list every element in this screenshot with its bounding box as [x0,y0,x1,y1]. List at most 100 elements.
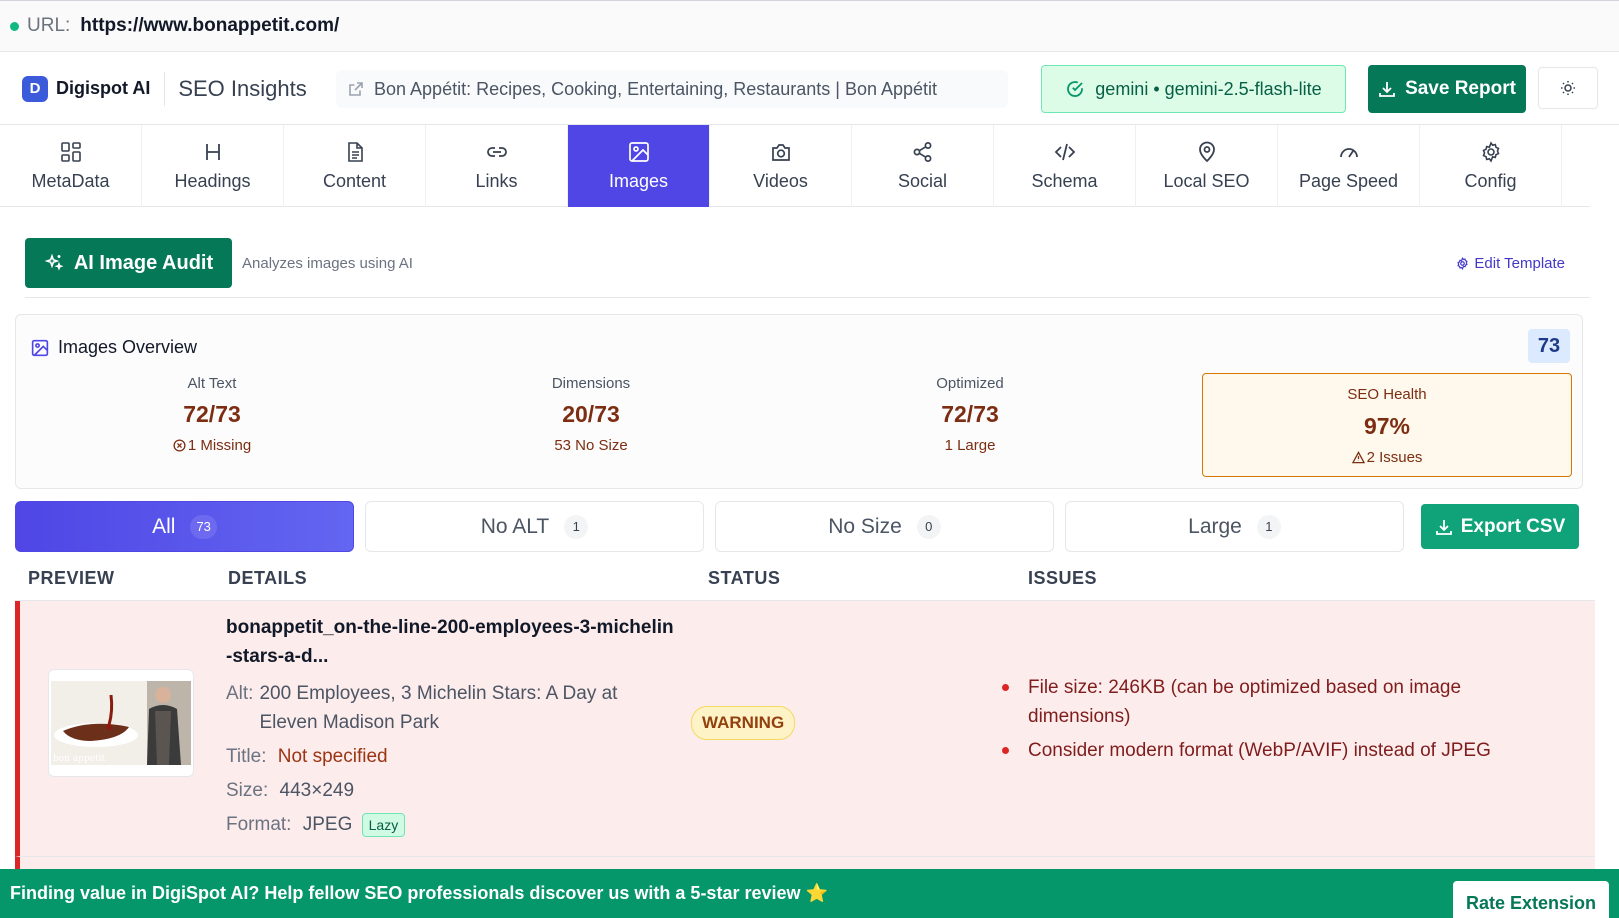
title-value: Not specified [277,746,388,767]
review-banner: Finding value in DigiSpot AI? Help fello… [0,869,1619,918]
stat-sub-text: 2 Issues [1366,449,1423,466]
stat-value: 20/73 [562,401,620,427]
status-badge: WARNING [691,706,796,740]
filter-large[interactable]: Large 1 [1065,501,1404,552]
section-divider [25,297,1590,298]
tab-headings[interactable]: Headings [142,125,284,207]
stat-sub: 2 Issues [1203,449,1571,466]
stat-sub: 1 Large [944,437,996,454]
edit-template-link[interactable]: Edit Template [1456,255,1565,272]
filter-label: All [152,514,176,538]
stat-value: 72/73 [941,401,999,427]
export-csv-button[interactable]: Export CSV [1421,504,1579,549]
tab-links[interactable]: Links [426,125,568,207]
filter-no-alt[interactable]: No ALT 1 [365,501,704,552]
theme-toggle-button[interactable] [1538,67,1598,109]
model-badge[interactable]: gemini • gemini-2.5-flash-lite [1041,65,1346,113]
image-thumbnail: bon appetit [51,681,191,765]
filter-count: 1 [1256,514,1281,539]
url-value[interactable]: https://www.bonappetit.com/ [80,15,339,37]
tab-label: MetaData [31,170,110,191]
tab-label: Content [322,170,387,191]
code-icon [1054,143,1075,160]
tab-label: Schema [1031,170,1098,191]
ai-image-audit-label: AI Image Audit [73,251,214,274]
tab-social[interactable]: Social [852,125,994,207]
size-label: Size: [226,780,269,801]
filter-count: 73 [190,514,217,539]
app-title: SEO Insights [178,75,307,101]
tab-content[interactable]: Content [284,125,426,207]
gear-icon [1481,140,1500,163]
brand: D Digispot AI [22,75,151,102]
title-label: Title: [226,746,267,767]
save-report-button[interactable]: Save Report [1368,65,1526,113]
tab-images[interactable]: Images [568,125,710,207]
tab-label: Page Speed [1298,170,1399,191]
format-value: JPEG [302,814,353,835]
stat-sub: 1 Missing [92,437,332,454]
table-header: PREVIEW DETAILS STATUS ISSUES [15,555,1595,601]
camera-icon [771,143,790,161]
format-label: Format: [226,814,292,835]
alt-text-line: Alt: 200 Employees, 3 Michelin Stars: A … [226,679,676,737]
ai-image-audit-button[interactable]: AI Image Audit [25,238,232,288]
stat-label: Optimized [936,375,1004,392]
column-header-details: DETAILS [228,568,308,588]
audit-description: Analyzes images using AI [242,254,413,272]
food-photo-illustration [51,681,191,765]
overview-title-text: Images Overview [58,337,198,357]
images-overview-card: Images Overview 73 Alt Text 72/73 1 Miss… [15,314,1583,489]
page-title-box: Bon Appétit: Recipes, Cooking, Entertain… [336,70,1008,108]
model-badge-label: gemini • gemini-2.5-flash-lite [1095,78,1322,99]
tab-bar: MetaData Headings Content Links Images V… [0,125,1590,207]
app-header: D Digispot AI SEO Insights Bon Appétit: … [0,53,1619,125]
tab-metadata[interactable]: MetaData [0,125,142,207]
thumbnail-watermark: bon appetit [53,754,106,764]
tab-videos[interactable]: Videos [710,125,852,207]
stat-optimized: Optimized 72/73 1 Large [850,375,1090,454]
external-link-icon [349,82,363,96]
filter-label: No Size [828,514,902,538]
table-row[interactable]: bon appetit bonappetit_on-the-line-200-e… [15,601,1595,856]
divider [164,71,166,106]
tab-label: Links [475,170,518,191]
column-header-status: STATUS [708,568,781,588]
overview-title: Images Overview [31,337,197,358]
url-label: URL: [27,15,71,36]
page-title: Bon Appétit: Recipes, Cooking, Entertain… [374,78,938,99]
edit-template-label: Edit Template [1474,254,1565,272]
format-line: Format: JPEG Lazy [226,810,676,839]
tab-page-speed[interactable]: Page Speed [1278,125,1420,207]
filter-count: 1 [564,514,589,539]
alt-value: 200 Employees, 3 Michelin Stars: A Day a… [259,683,618,733]
gauge-icon [1339,147,1358,157]
warning-triangle-icon [1351,451,1365,464]
sun-icon [1561,81,1575,95]
tab-schema[interactable]: Schema [994,125,1136,207]
heading-icon [205,143,220,160]
image-details: bonappetit_on-the-line-200-employees-3-m… [226,613,676,839]
url-bar: URL: https://www.bonappetit.com/ [0,0,1619,52]
sparkles-icon [44,253,64,271]
filter-no-size[interactable]: No Size 0 [715,501,1054,552]
document-icon [347,141,363,162]
tab-label: Config [1464,170,1517,191]
filter-all[interactable]: All 73 [15,501,354,552]
share-icon [913,141,931,162]
image-icon [31,339,49,356]
tab-local-seo[interactable]: Local SEO [1136,125,1278,207]
title-line: Title: Not specified [226,742,676,771]
issues-list: File size: 246KB (can be optimized based… [1001,673,1531,770]
stat-sub: 53 No Size [554,437,628,454]
tab-label: Local SEO [1163,170,1250,191]
image-filename: bonappetit_on-the-line-200-employees-3-m… [226,617,674,667]
brand-name: Digispot AI [56,78,151,98]
tab-config[interactable]: Config [1420,125,1562,207]
audit-toolbar: AI Image Audit Analyzes images using AI … [25,238,1590,288]
total-images-badge: 73 [1528,329,1570,363]
x-circle-icon [173,439,186,452]
column-header-preview: PREVIEW [28,568,115,588]
image-preview[interactable]: bon appetit [48,669,194,777]
rate-extension-button[interactable]: Rate Extension [1453,881,1609,918]
